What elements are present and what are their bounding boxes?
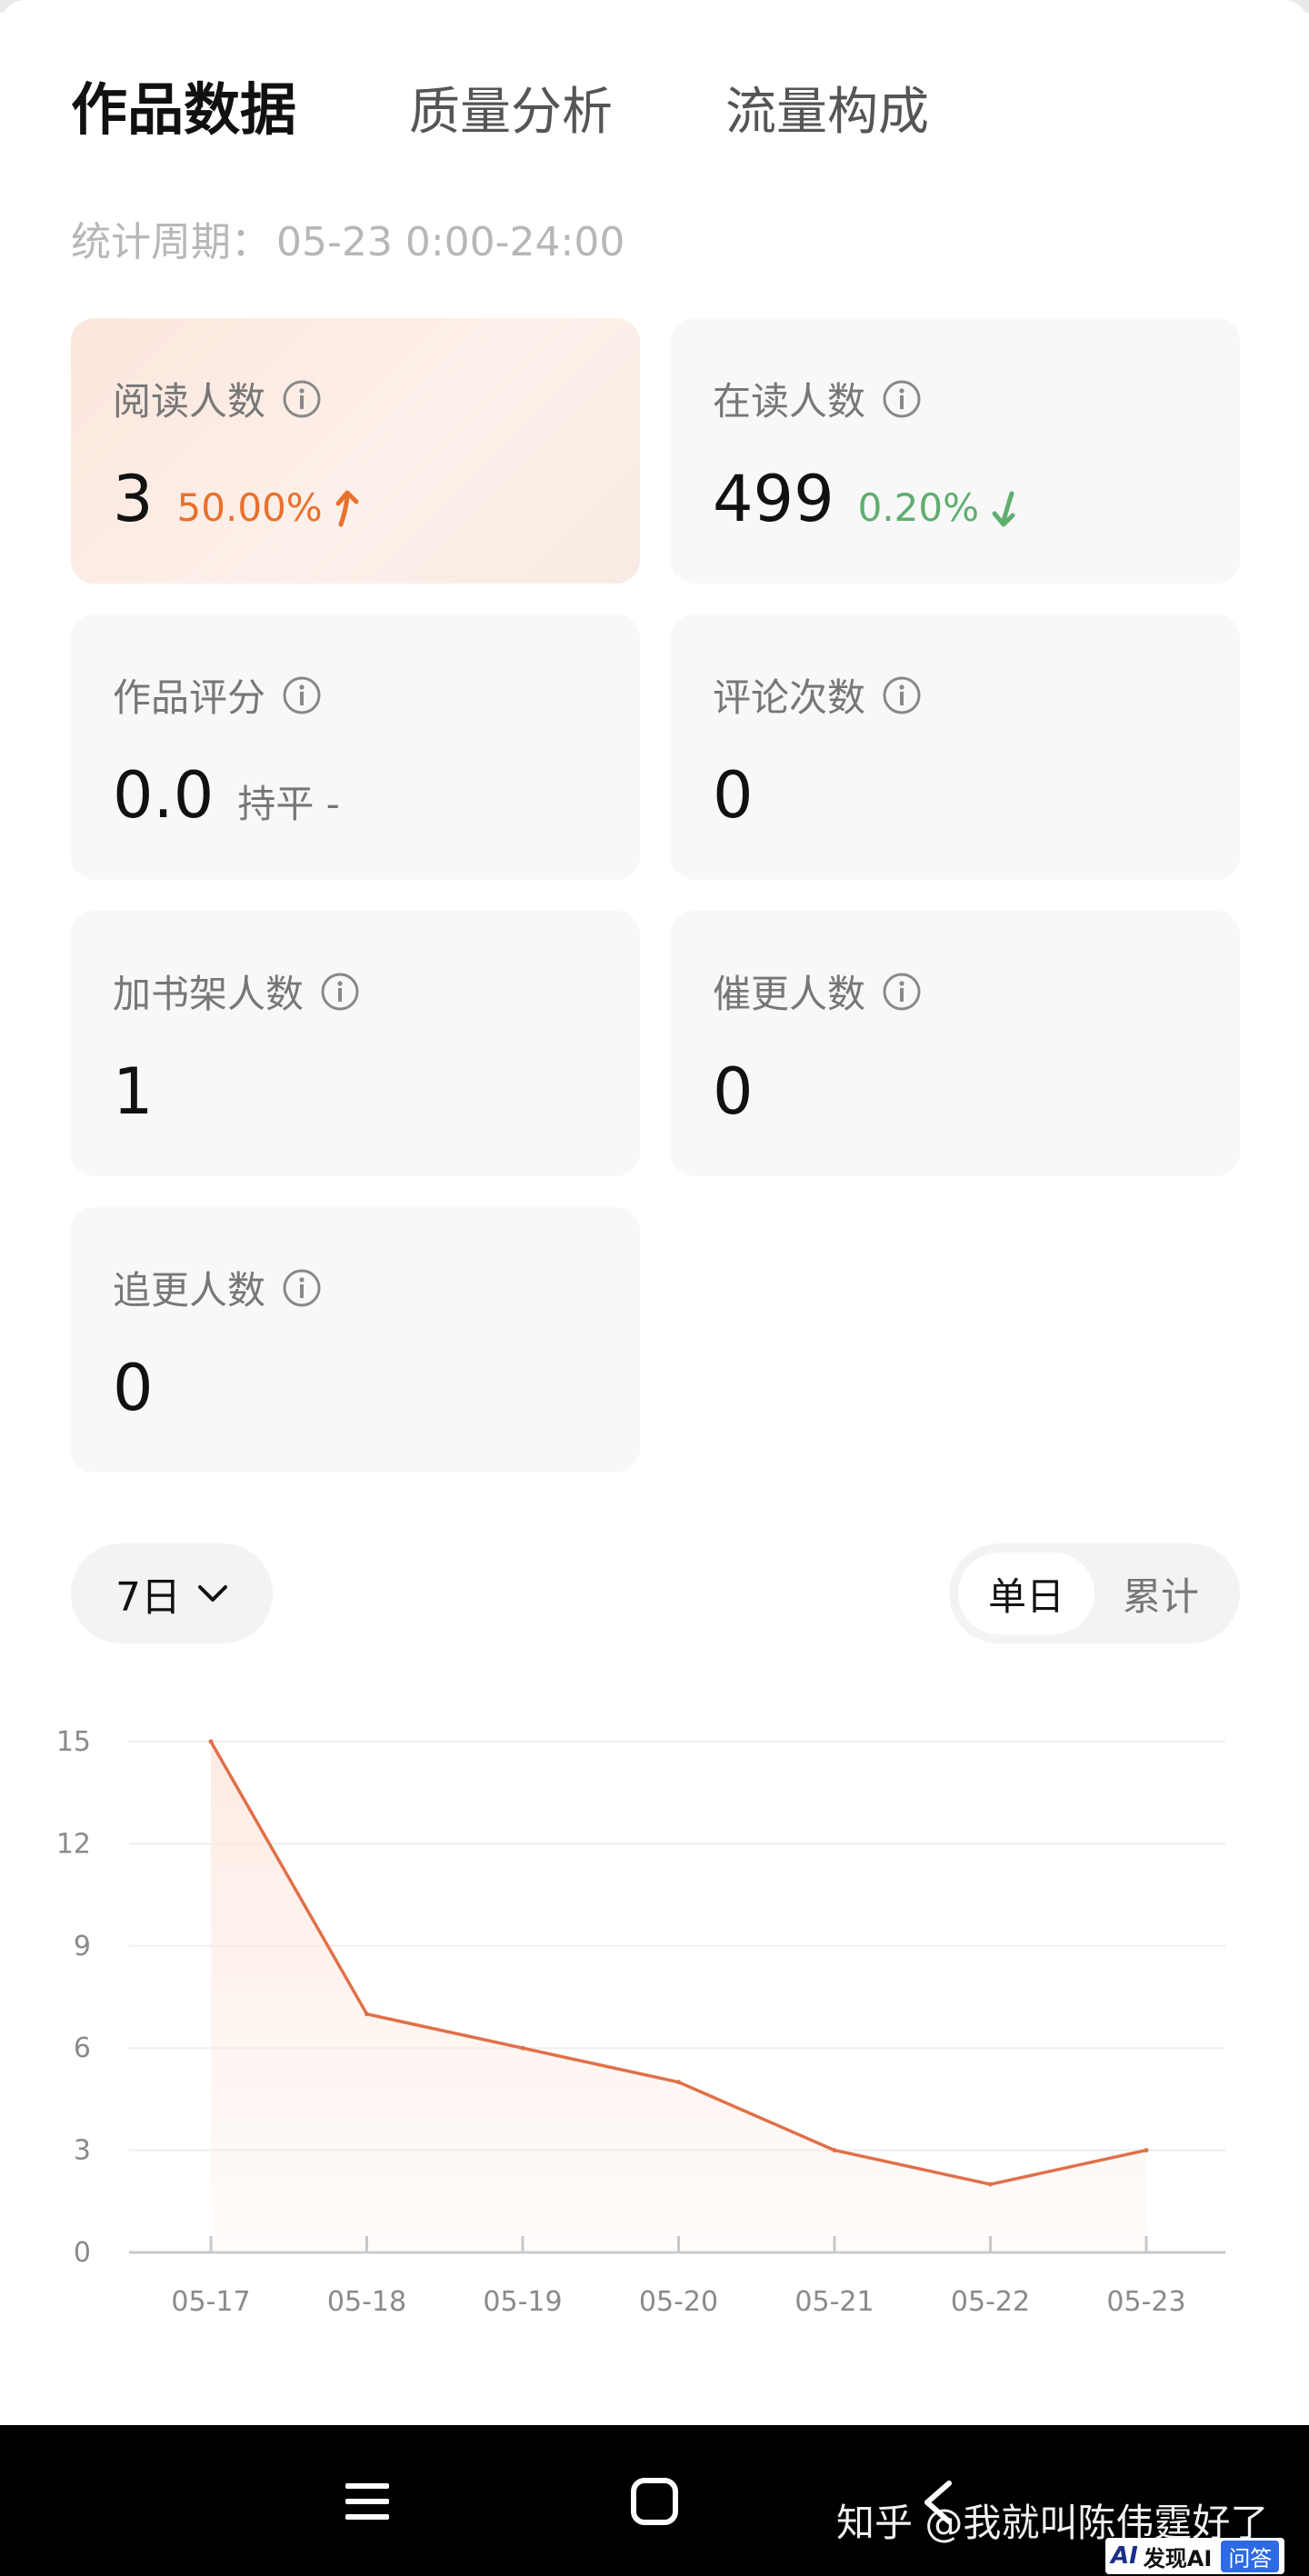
metric-value: 0 xyxy=(713,758,754,833)
x-tick-label: 05-23 xyxy=(1106,2286,1185,2318)
home-icon[interactable] xyxy=(629,2476,680,2527)
metric-label: 催更人数 xyxy=(713,972,866,1016)
stat-period-label: 统计周期： xyxy=(71,219,271,265)
metric-card-readers[interactable]: 阅读人数 3 50.00% xyxy=(71,318,640,584)
y-tick-label: 9 xyxy=(74,1931,91,1962)
x-tick-label: 05-22 xyxy=(951,2286,1030,2318)
readers-trend-chart: 0 3 6 9 12 15 05-17 05-18 05-19 05-20 05-21 05-22 05… xyxy=(56,1726,1225,2318)
y-tick-label: 3 xyxy=(74,2135,91,2167)
y-tick-label: 6 xyxy=(74,2032,91,2064)
data-point xyxy=(832,2148,837,2153)
y-tick-label: 12 xyxy=(56,1828,91,1860)
ai-logo-text: AI xyxy=(1111,2542,1138,2570)
data-point xyxy=(365,2012,369,2017)
x-tick-label: 05-19 xyxy=(483,2286,562,2318)
menu-icon[interactable] xyxy=(342,2476,393,2527)
metric-label: 阅读人数 xyxy=(113,379,266,424)
info-icon[interactable] xyxy=(282,675,322,715)
series-area xyxy=(211,1742,1146,2252)
data-point xyxy=(208,1739,214,1744)
data-point xyxy=(676,2080,681,2085)
info-icon[interactable] xyxy=(882,972,922,1012)
metric-change: 持平 - xyxy=(237,782,340,826)
metric-card-followers[interactable]: 追更人数 0 xyxy=(71,1207,640,1473)
chevron-down-icon xyxy=(198,1585,227,1602)
data-point xyxy=(1144,2148,1149,2153)
ai-badge: AI 发现AI 问答 xyxy=(1105,2538,1285,2574)
daily-cumulative-toggle[interactable]: 单日 累计 xyxy=(949,1543,1240,1643)
info-icon[interactable] xyxy=(282,1268,322,1308)
x-tick-label: 05-18 xyxy=(327,2286,406,2318)
metric-value: 1 xyxy=(113,1054,154,1129)
metric-label: 追更人数 xyxy=(113,1268,266,1313)
x-tick-label: 05-21 xyxy=(794,2286,874,2318)
ai-badge-label: 发现AI xyxy=(1143,2545,1213,2571)
tab-traffic-composition[interactable]: 流量构成 xyxy=(725,71,929,145)
y-tick-label: 15 xyxy=(56,1726,91,1758)
metric-label: 加书架人数 xyxy=(113,972,305,1016)
data-point xyxy=(520,2045,525,2051)
date-range-label: 7日 xyxy=(115,1574,181,1621)
y-tick-label: 0 xyxy=(74,2237,91,2269)
x-tick-label: 05-17 xyxy=(171,2286,250,2318)
arrow-up-icon xyxy=(335,490,359,526)
toggle-daily[interactable]: 单日 xyxy=(958,1553,1094,1634)
metric-label: 评论次数 xyxy=(713,675,866,720)
qa-label: 问答 xyxy=(1221,2540,1280,2572)
metric-change: 0.20% xyxy=(858,485,1019,530)
metric-card-current-readers[interactable]: 在读人数 499 0.20% xyxy=(671,318,1240,584)
tab-work-data[interactable]: 作品数据 xyxy=(71,64,296,145)
metric-card-bookshelf[interactable]: 加书架人数 1 xyxy=(71,911,640,1176)
metric-change: 50.00% xyxy=(177,485,363,530)
date-range-select[interactable]: 7日 xyxy=(71,1543,273,1643)
system-nav-bar: 知乎 @我就叫陈伟霆好了 AI 发现AI 问答 xyxy=(0,2425,1309,2576)
metric-card-comments[interactable]: 评论次数 0 xyxy=(671,614,1240,880)
metric-value: 0 xyxy=(713,1054,754,1129)
back-icon[interactable] xyxy=(920,2480,956,2525)
metric-value: 3 xyxy=(113,462,154,536)
toggle-cumulative[interactable]: 累计 xyxy=(1093,1553,1229,1634)
x-tick-label: 05-20 xyxy=(639,2286,718,2318)
metric-card-score[interactable]: 作品评分 0.0 持平 - xyxy=(71,614,640,880)
metric-value: 499 xyxy=(713,462,834,536)
tab-bar: 作品数据 质量分析 流量构成 xyxy=(71,64,1042,145)
data-point xyxy=(988,2182,993,2187)
info-icon[interactable] xyxy=(882,379,922,419)
info-icon[interactable] xyxy=(320,972,360,1012)
metric-value: 0.0 xyxy=(113,758,215,833)
metric-value: 0 xyxy=(113,1351,154,1425)
info-icon[interactable] xyxy=(282,379,322,419)
tab-quality-analysis[interactable]: 质量分析 xyxy=(409,71,613,145)
info-icon[interactable] xyxy=(882,675,922,715)
metric-label: 作品评分 xyxy=(113,675,266,720)
metric-card-update-requests[interactable]: 催更人数 0 xyxy=(671,911,1240,1176)
stat-period-value: 05-23 0:00-24:00 xyxy=(276,219,625,265)
metric-label: 在读人数 xyxy=(713,379,866,424)
arrow-down-icon xyxy=(992,491,1015,526)
stat-period: 统计周期： 05-23 0:00-24:00 xyxy=(71,209,630,267)
